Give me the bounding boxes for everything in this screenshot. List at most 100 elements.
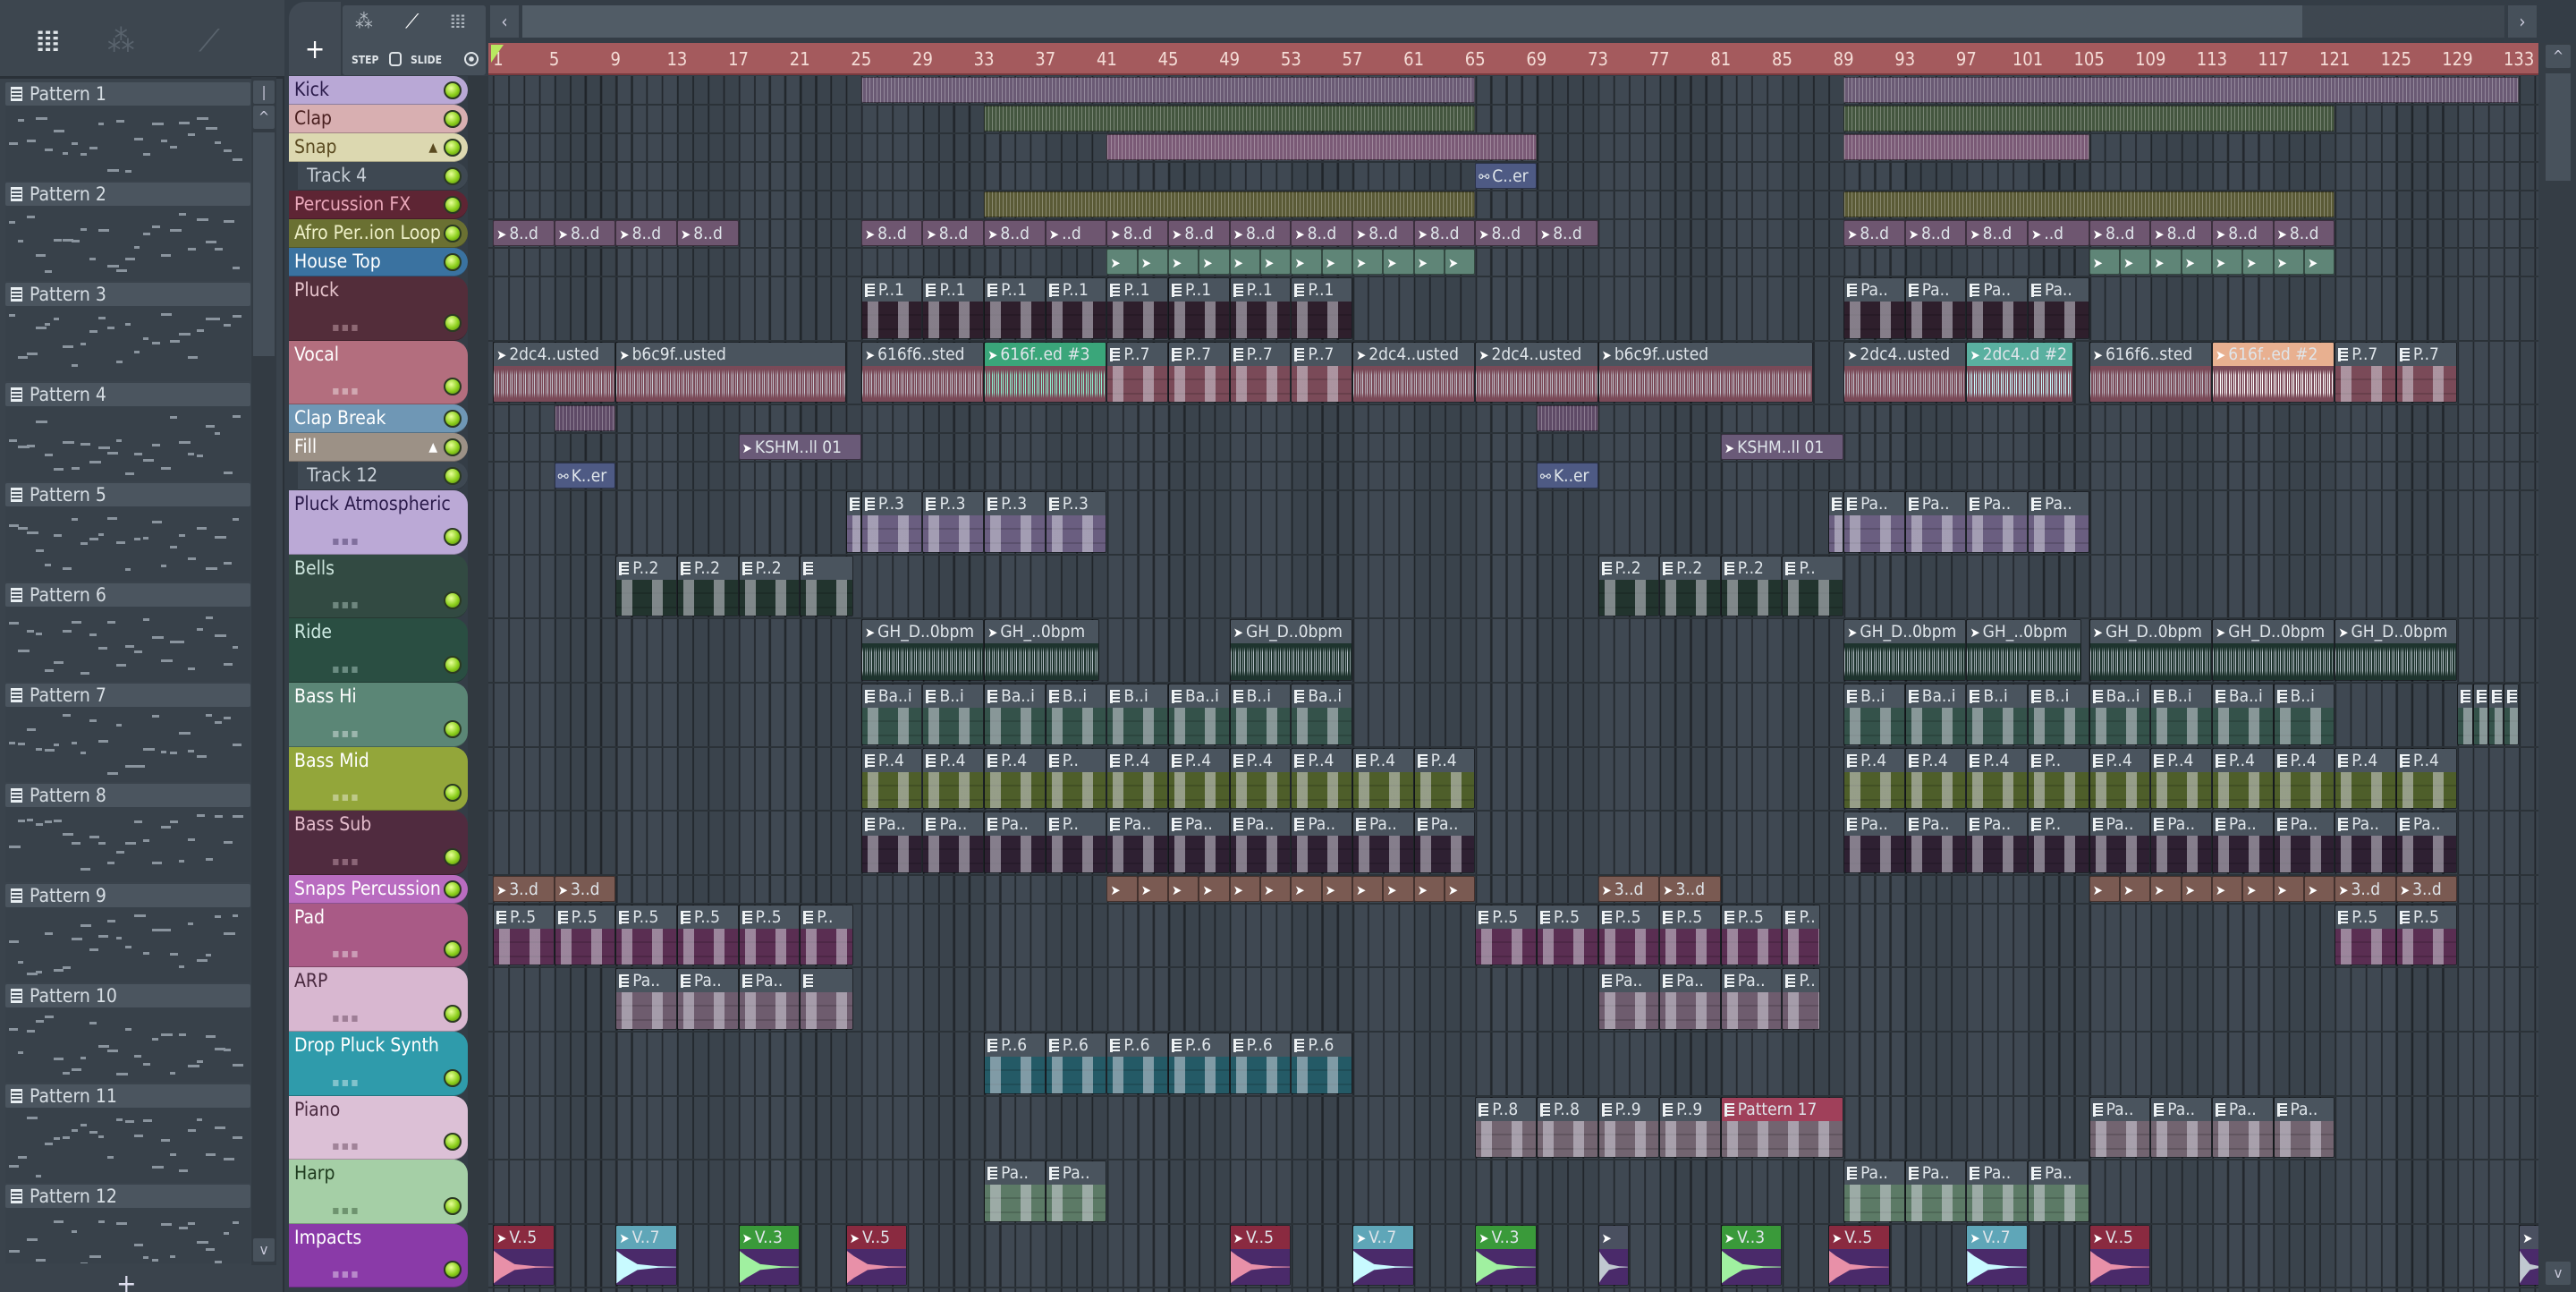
track-options-icon[interactable]: ▪▪▪ <box>332 727 360 741</box>
clip[interactable]: ➤ <box>1444 249 1476 275</box>
clip[interactable]: ➤ GH_..0bpm <box>1966 619 2082 681</box>
scroll-right-button[interactable]: › <box>2508 5 2537 38</box>
overview-window[interactable] <box>522 5 2302 38</box>
track-enable-led[interactable] <box>444 1004 462 1023</box>
track-enable-led[interactable] <box>444 1261 462 1279</box>
track-header-impacts[interactable]: Impacts ▪▪▪ <box>289 1223 468 1288</box>
scroll-left-button[interactable]: ‹ <box>490 5 519 38</box>
automation-clip-icon[interactable]: ⟋ <box>405 11 419 33</box>
clip[interactable]: P..4 <box>1413 747 1476 810</box>
track-name[interactable]: Pad <box>294 906 325 928</box>
clip[interactable]: P..4 <box>2395 747 2458 810</box>
clip[interactable]: ➤ <box>2089 875 2120 902</box>
clip[interactable]: ➤ <box>2150 875 2182 902</box>
track-name[interactable]: ARP <box>294 970 327 991</box>
track-header-track-12[interactable]: Track 12 <box>298 462 468 491</box>
clip[interactable]: P.. <box>2028 812 2089 873</box>
clip[interactable]: P..1 <box>922 277 985 339</box>
slide-toggle[interactable] <box>464 52 479 66</box>
ruler-bar-number[interactable]: 133 <box>2504 48 2534 70</box>
clip[interactable]: Pa.. <box>1229 812 1292 873</box>
clip[interactable]: Pa.. <box>2273 812 2335 873</box>
track-header-bass-mid[interactable]: Bass Mid ▪▪▪ <box>289 746 468 812</box>
pattern-header[interactable]: Pattern 1 <box>5 82 250 106</box>
track-options-icon[interactable]: ▪▪▪ <box>332 1075 360 1090</box>
track-name[interactable]: House Top <box>294 251 381 272</box>
ruler-bar-number[interactable]: 61 <box>1403 48 1424 70</box>
clip[interactable]: ➤ 2dc4..usted <box>1352 341 1476 404</box>
clip[interactable]: P..5 <box>676 904 739 966</box>
track-name[interactable]: Kick <box>294 79 329 100</box>
clip[interactable]: ➤ <box>2181 875 2212 902</box>
clip[interactable]: P..3 <box>1045 491 1107 553</box>
pattern-clip-icon[interactable]: 𝍖 <box>450 11 466 33</box>
clip[interactable]: Pa.. <box>1966 812 2028 873</box>
clip[interactable]: P..4 <box>1352 747 1414 810</box>
clip[interactable]: ➤ 8..d <box>1229 220 1292 246</box>
track-enable-led[interactable] <box>444 467 462 486</box>
track-name[interactable]: Ride <box>294 621 332 642</box>
clip[interactable]: P..4 <box>2211 747 2274 810</box>
track-name[interactable]: Harp <box>294 1162 335 1184</box>
pattern-item[interactable]: Pattern 3 <box>5 283 250 383</box>
clip[interactable]: ➤ <box>1383 875 1414 902</box>
clip[interactable]: B..i <box>2150 684 2212 745</box>
clip[interactable]: ➤ KSHM..ll 01 <box>1720 434 1844 461</box>
add-track-button[interactable]: + <box>289 2 341 75</box>
clip[interactable]: Pa.. <box>984 1160 1046 1222</box>
clip[interactable]: P..2 <box>1720 555 1783 617</box>
audio-strip-clip[interactable] <box>1843 191 2335 217</box>
track-enable-led[interactable] <box>444 591 462 610</box>
clip[interactable]: Pa.. <box>2089 812 2151 873</box>
audio-strip-clip[interactable] <box>1843 134 2089 160</box>
clip[interactable]: ➤ <box>2519 1224 2538 1287</box>
clip[interactable]: Pa.. <box>1045 1160 1107 1222</box>
clip[interactable]: P..4 <box>2150 747 2212 810</box>
clip[interactable]: ➤ 3..d <box>554 875 616 902</box>
track-header-drop-pluck-synth[interactable]: Drop Pluck Synth ▪▪▪ <box>289 1032 468 1096</box>
clip[interactable]: Pa.. <box>2028 491 2089 553</box>
group-collapse-icon[interactable]: ▲ <box>428 440 437 455</box>
clip[interactable]: ➤ 3..d <box>1659 875 1721 902</box>
track-name[interactable]: Fill <box>294 436 317 457</box>
clip[interactable]: Pa.. <box>1843 491 1905 553</box>
clip[interactable]: ➤ V..3 <box>738 1224 801 1287</box>
clip[interactable] <box>1827 491 1844 553</box>
track-header-bass-sub[interactable]: Bass Sub ▪▪▪ <box>289 811 468 875</box>
clip[interactable]: Pa.. <box>1352 812 1414 873</box>
clip[interactable]: P..1 <box>1106 277 1169 339</box>
track-header-arp[interactable]: ARP ▪▪▪ <box>289 967 468 1032</box>
clip[interactable]: P.. <box>800 904 854 966</box>
clip[interactable]: Pa.. <box>1843 277 1905 339</box>
clip[interactable]: ➤ <box>1106 875 1138 902</box>
clip[interactable]: ➤ <box>1168 249 1199 275</box>
clip[interactable] <box>2503 684 2520 745</box>
pattern-header[interactable]: Pattern 12 <box>5 1185 250 1208</box>
clip[interactable]: ➤ <box>1229 249 1260 275</box>
ruler-bar-number[interactable]: 13 <box>666 48 687 70</box>
track-options-icon[interactable]: ▪▪▪ <box>332 854 360 869</box>
audio-strip-clip[interactable] <box>860 77 1476 103</box>
track-name[interactable]: Vocal <box>294 344 339 365</box>
track-header-kick[interactable]: Kick <box>289 76 468 105</box>
track-enable-led[interactable] <box>444 1133 462 1152</box>
clip[interactable]: Pa.. <box>2089 1096 2151 1159</box>
clip[interactable]: ➤ b6c9f..usted <box>615 341 846 404</box>
pattern-header[interactable]: Pattern 6 <box>5 583 250 607</box>
track-name[interactable]: Pluck Atmospheric <box>294 493 451 514</box>
clip[interactable]: ➤ V..7 <box>1966 1224 2028 1287</box>
track-header-snap[interactable]: Snap ▲ <box>289 133 468 162</box>
clip[interactable] <box>2487 684 2504 745</box>
clip[interactable]: ➤ <box>2303 249 2335 275</box>
ruler-bar-number[interactable]: 25 <box>851 48 871 70</box>
audio-strip-clip[interactable] <box>1536 405 1598 432</box>
ruler-bar-number[interactable]: 37 <box>1035 48 1055 70</box>
clip[interactable]: P..5 <box>2334 904 2396 966</box>
ruler-bar-number[interactable]: 117 <box>2258 48 2288 70</box>
audio-wave-icon[interactable]: ⁂ <box>107 23 135 59</box>
clip[interactable]: ➤ <box>2119 249 2151 275</box>
clip[interactable]: P.. <box>1782 904 1821 966</box>
scroll-handle[interactable]: | <box>253 81 275 104</box>
ruler-bar-number[interactable]: 9 <box>611 48 621 70</box>
clip[interactable]: P..5 <box>1475 904 1537 966</box>
